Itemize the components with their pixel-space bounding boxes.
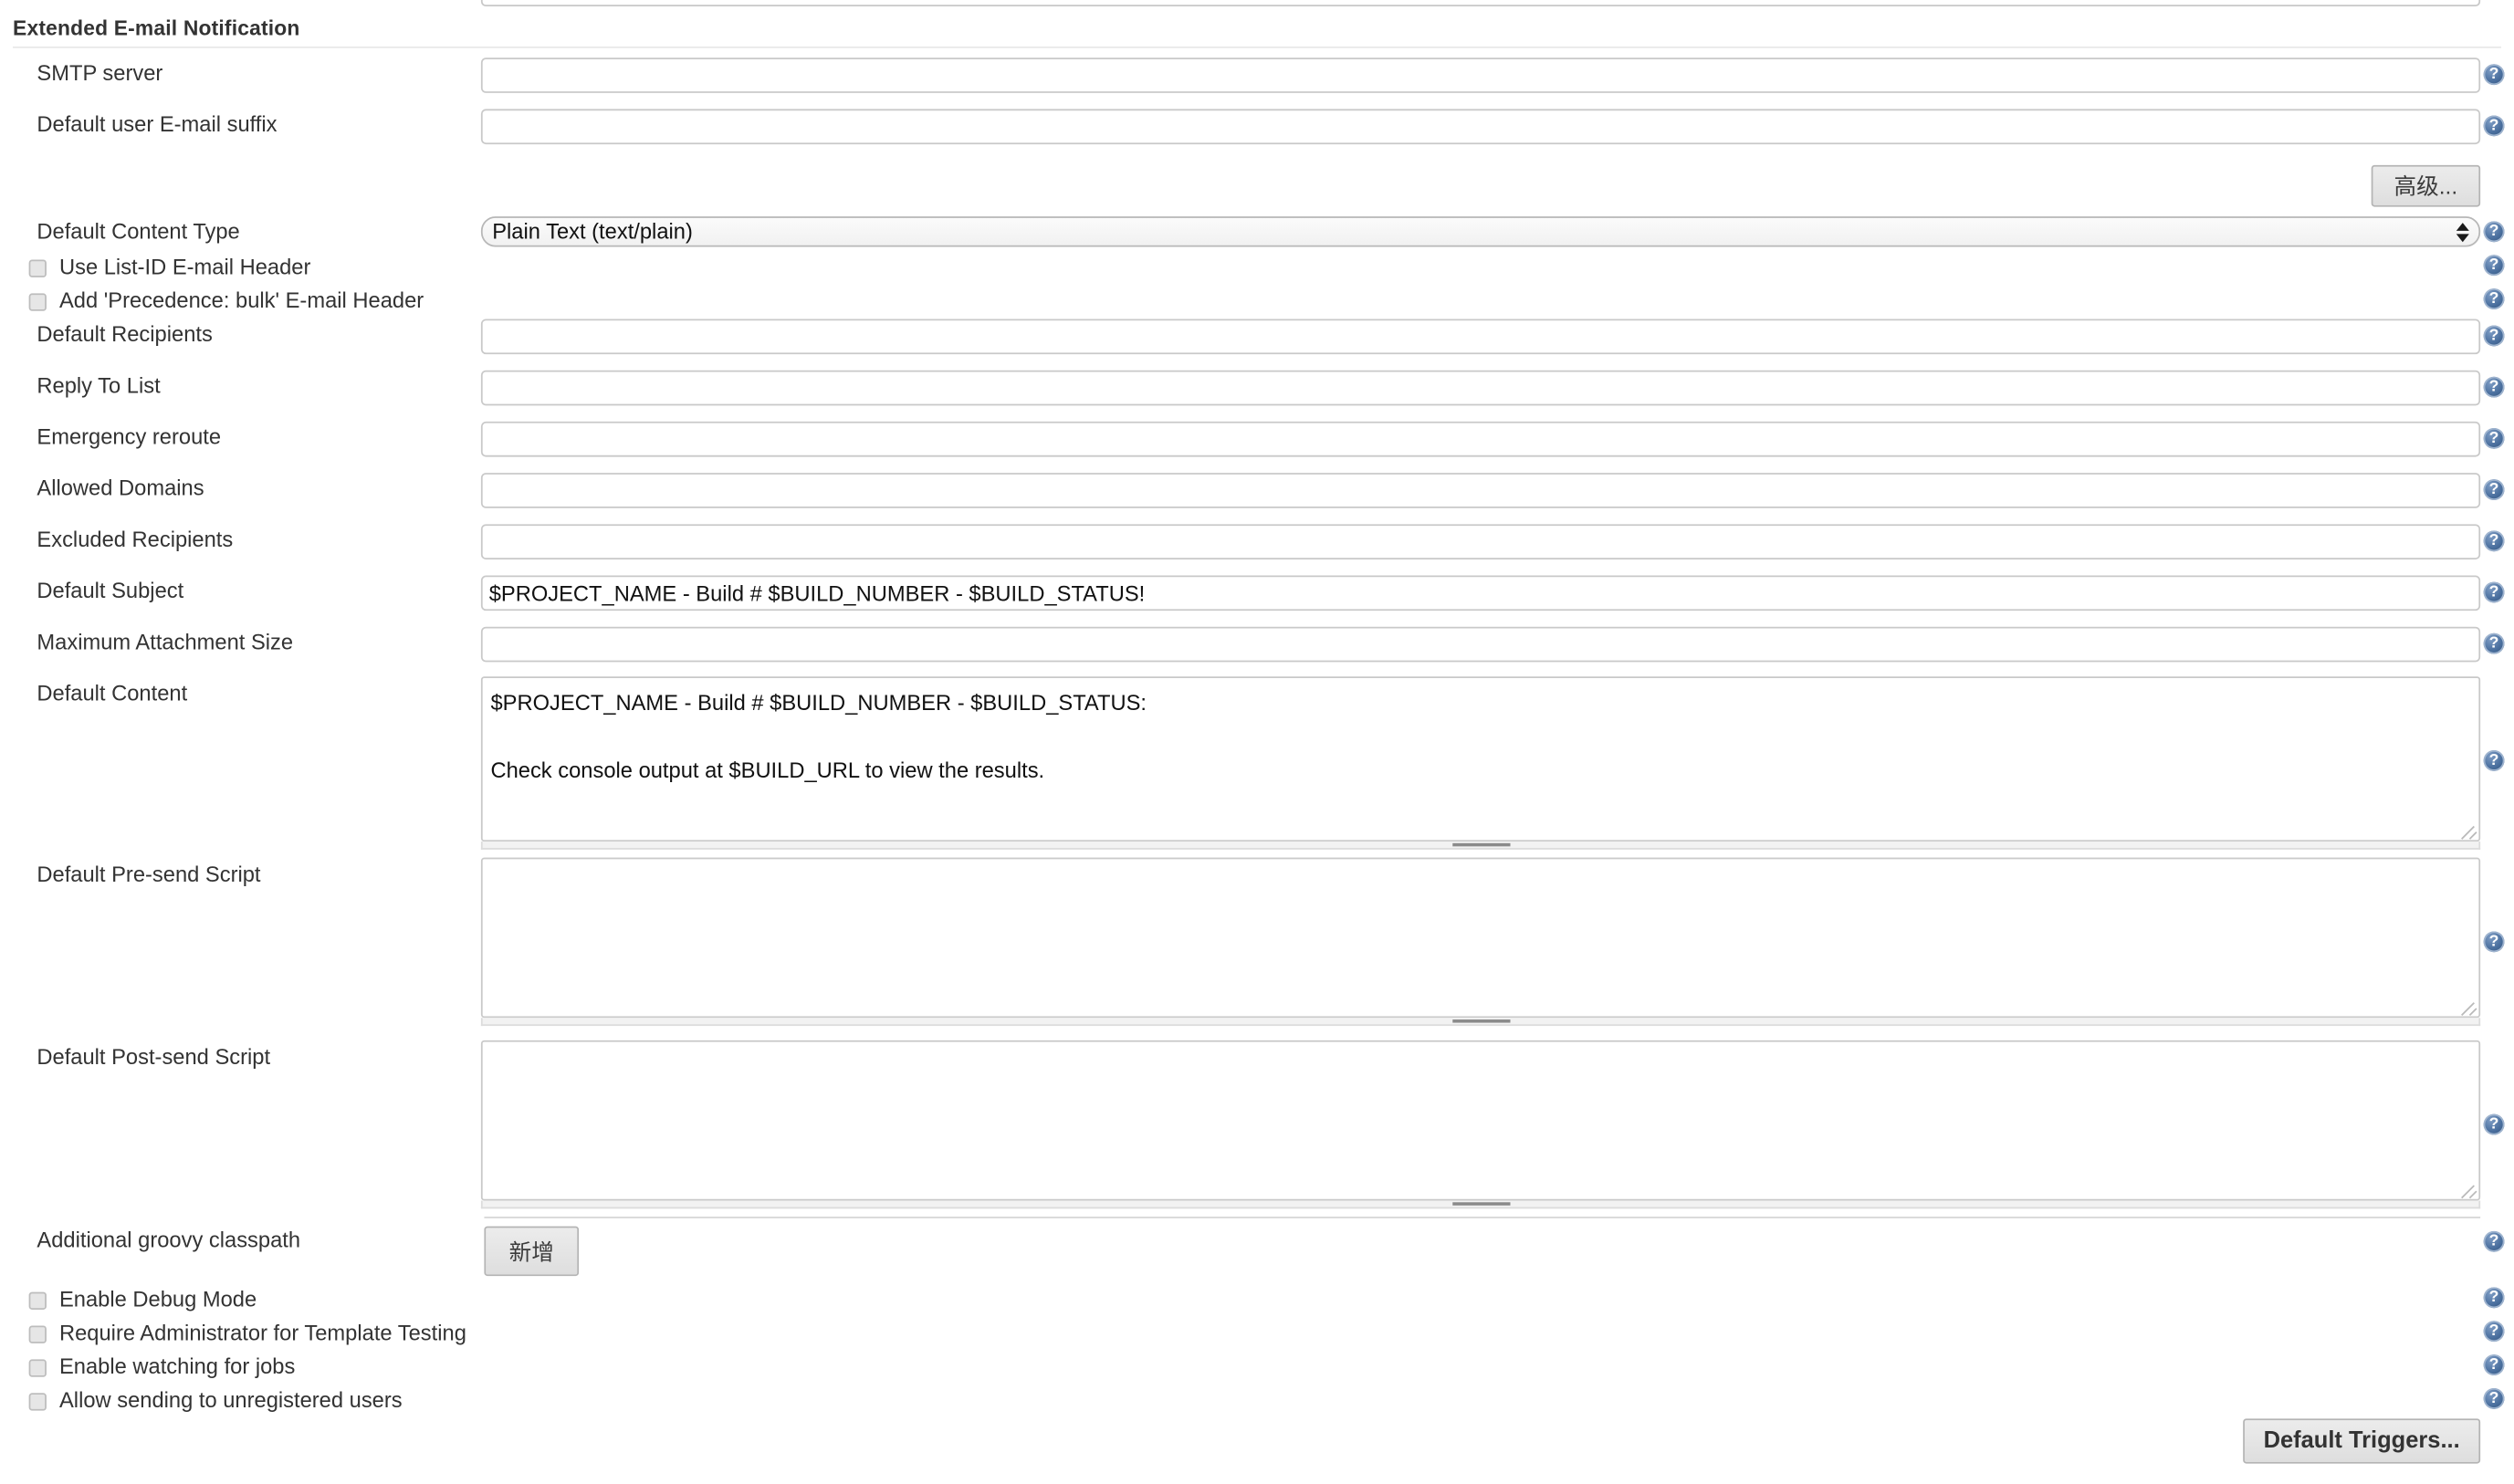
help-icon-default-content-type[interactable]: ? bbox=[2483, 221, 2505, 243]
help-icon-reply-to-list[interactable]: ? bbox=[2483, 376, 2505, 398]
previous-setting-input[interactable] bbox=[480, 0, 2481, 7]
help-icon-default-post-send-script[interactable]: ? bbox=[2483, 1113, 2505, 1135]
help-icon-default-pre-send-script[interactable]: ? bbox=[2483, 931, 2505, 953]
default-content-type-select[interactable]: Plain Text (text/plain) bbox=[480, 216, 2481, 247]
checkbox-use-list-id-header[interactable] bbox=[28, 258, 47, 277]
label-reply-to-list: Reply To List bbox=[37, 373, 161, 398]
checkbox-row-use-list-id-header[interactable]: Use List-ID E-mail Header bbox=[28, 255, 311, 280]
help-icon-enable-debug-mode[interactable]: ? bbox=[2483, 1287, 2505, 1309]
help-icon-require-admin-template-testing[interactable]: ? bbox=[2483, 1321, 2505, 1343]
default-subject-input[interactable] bbox=[480, 575, 2481, 611]
help-icon-default-recipients[interactable]: ? bbox=[2483, 325, 2505, 347]
checkbox-row-require-admin-template-testing[interactable]: Require Administrator for Template Testi… bbox=[28, 1321, 466, 1346]
section-divider bbox=[13, 46, 2501, 48]
section-title: Extended E-mail Notification bbox=[13, 16, 300, 40]
help-icon-use-list-id-header[interactable]: ? bbox=[2483, 255, 2505, 277]
maximum-attachment-size-input[interactable] bbox=[480, 626, 2481, 663]
checkbox-enable-debug-mode[interactable] bbox=[28, 1291, 47, 1310]
checkbox-allow-unregistered-users[interactable] bbox=[28, 1392, 47, 1410]
label-allowed-domains: Allowed Domains bbox=[37, 476, 204, 500]
checkbox-row-enable-watching-for-jobs[interactable]: Enable watching for jobs bbox=[28, 1354, 296, 1380]
allowed-domains-input[interactable] bbox=[480, 473, 2481, 508]
checkbox-row-allow-unregistered-users[interactable]: Allow sending to unregistered users bbox=[28, 1388, 403, 1414]
label-default-content: Default Content bbox=[37, 681, 188, 705]
label-default-user-email-suffix: Default user E-mail suffix bbox=[37, 111, 278, 137]
help-icon-allow-unregistered-users[interactable]: ? bbox=[2483, 1388, 2505, 1409]
checkbox-label-enable-debug-mode: Enable Debug Mode bbox=[58, 1287, 257, 1312]
default-pre-send-script-textarea[interactable] bbox=[480, 857, 2481, 1019]
help-icon-precedence-bulk-header[interactable]: ? bbox=[2483, 288, 2505, 309]
checkbox-precedence-bulk-header[interactable] bbox=[28, 292, 47, 310]
label-default-content-type: Default Content Type bbox=[37, 219, 240, 244]
checkbox-require-admin-template-testing[interactable] bbox=[28, 1324, 47, 1343]
checkbox-label-allow-unregistered-users: Allow sending to unregistered users bbox=[58, 1388, 403, 1413]
label-default-recipients: Default Recipients bbox=[37, 322, 213, 347]
label-maximum-attachment-size: Maximum Attachment Size bbox=[37, 630, 294, 654]
excluded-recipients-input[interactable] bbox=[480, 524, 2481, 559]
help-icon-excluded-recipients[interactable]: ? bbox=[2483, 530, 2505, 552]
resize-grip-pre-send-script[interactable] bbox=[480, 1018, 2481, 1027]
chevron-updown-icon bbox=[2455, 219, 2469, 245]
label-smtp-server: SMTP server bbox=[37, 60, 163, 86]
extended-email-notification-section: Extended E-mail Notification SMTP server… bbox=[0, 0, 2514, 1484]
help-icon-smtp-server[interactable]: ? bbox=[2483, 64, 2505, 86]
label-default-pre-send-script: Default Pre-send Script bbox=[37, 862, 261, 887]
checkbox-label-precedence-bulk-header: Add 'Precedence: bulk' E-mail Header bbox=[58, 288, 424, 313]
checkbox-label-enable-watching-for-jobs: Enable watching for jobs bbox=[58, 1354, 296, 1379]
checkbox-row-enable-debug-mode[interactable]: Enable Debug Mode bbox=[28, 1287, 257, 1312]
default-recipients-input[interactable] bbox=[480, 319, 2481, 355]
reply-to-list-input[interactable] bbox=[480, 370, 2481, 406]
label-additional-groovy-classpath: Additional groovy classpath bbox=[37, 1228, 301, 1252]
advanced-button[interactable]: 高级... bbox=[2371, 164, 2481, 207]
label-default-post-send-script: Default Post-send Script bbox=[37, 1045, 271, 1070]
help-icon-default-content[interactable]: ? bbox=[2483, 749, 2505, 771]
label-default-subject: Default Subject bbox=[37, 579, 184, 603]
help-icon-additional-groovy-classpath[interactable]: ? bbox=[2483, 1230, 2505, 1252]
checkbox-label-use-list-id-header: Use List-ID E-mail Header bbox=[58, 255, 311, 279]
default-triggers-button[interactable]: Default Triggers... bbox=[2243, 1418, 2481, 1464]
emergency-reroute-input[interactable] bbox=[480, 421, 2481, 457]
default-post-send-script-textarea[interactable] bbox=[480, 1040, 2481, 1201]
help-icon-default-subject[interactable]: ? bbox=[2483, 581, 2505, 603]
resize-grip-post-send-script[interactable] bbox=[480, 1200, 2481, 1209]
default-user-email-suffix-input[interactable] bbox=[480, 109, 2481, 145]
checkbox-label-require-admin-template-testing: Require Administrator for Template Testi… bbox=[58, 1321, 466, 1345]
default-content-textarea[interactable] bbox=[480, 676, 2481, 842]
help-icon-maximum-attachment-size[interactable]: ? bbox=[2483, 632, 2505, 654]
help-icon-default-user-email-suffix[interactable]: ? bbox=[2483, 115, 2505, 137]
help-icon-enable-watching-for-jobs[interactable]: ? bbox=[2483, 1354, 2505, 1375]
help-icon-emergency-reroute[interactable]: ? bbox=[2483, 427, 2505, 449]
classpath-divider bbox=[484, 1217, 2481, 1218]
smtp-server-input[interactable] bbox=[480, 57, 2481, 93]
help-icon-allowed-domains[interactable]: ? bbox=[2483, 479, 2505, 500]
add-classpath-button[interactable]: 新增 bbox=[484, 1226, 580, 1277]
checkbox-row-precedence-bulk-header[interactable]: Add 'Precedence: bulk' E-mail Header bbox=[28, 288, 424, 314]
label-excluded-recipients: Excluded Recipients bbox=[37, 527, 234, 552]
label-emergency-reroute: Emergency reroute bbox=[37, 424, 222, 449]
resize-grip-default-content[interactable] bbox=[480, 841, 2481, 850]
checkbox-enable-watching-for-jobs[interactable] bbox=[28, 1358, 47, 1376]
default-content-type-value: Plain Text (text/plain) bbox=[480, 216, 2481, 247]
